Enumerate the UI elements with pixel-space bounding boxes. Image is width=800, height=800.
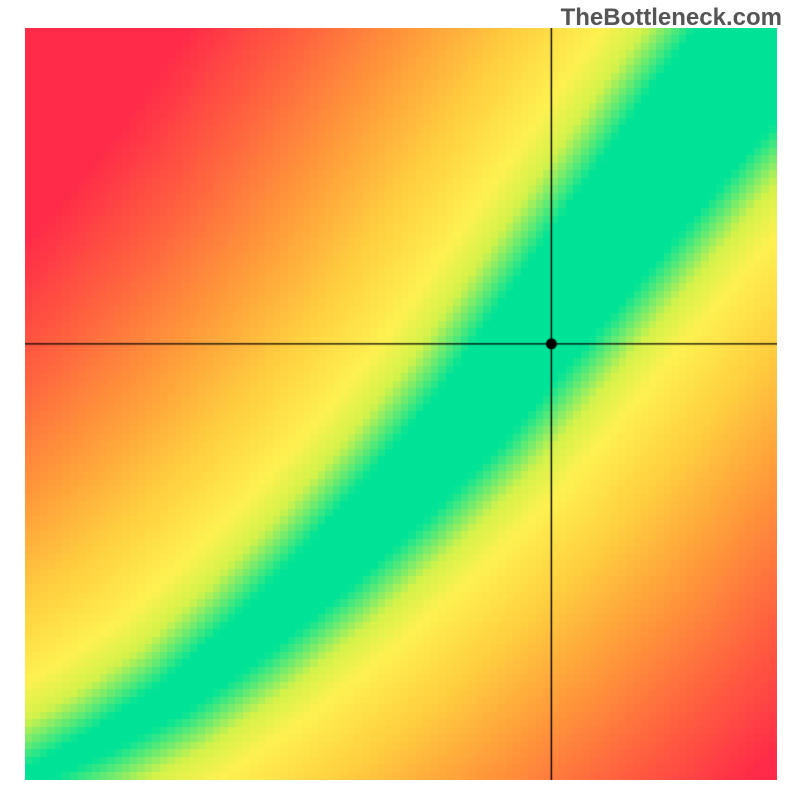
watermark-text: TheBottleneck.com bbox=[561, 4, 782, 32]
crosshair-overlay bbox=[25, 28, 777, 780]
